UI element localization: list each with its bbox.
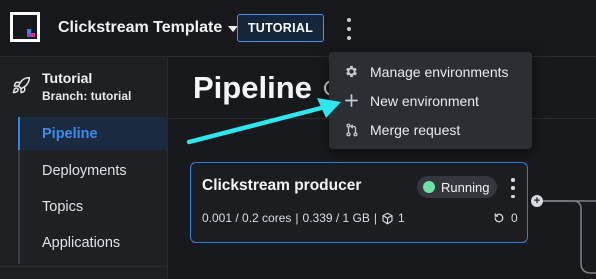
status-badge: Running: [417, 176, 497, 198]
cpu-usage: 0.001 / 0.2 cores: [202, 211, 292, 225]
project-selector[interactable]: Clickstream Template: [58, 17, 239, 39]
more-options-icon[interactable]: [342, 18, 356, 40]
page-title: Pipeline: [193, 70, 312, 105]
menu-item-merge-request[interactable]: Merge request: [329, 115, 532, 144]
memory-usage: 0.339 / 1 GB: [302, 211, 370, 225]
rocket-icon: [12, 76, 31, 94]
sidebar-item-deployments[interactable]: Deployments: [18, 154, 168, 187]
sidebar-item-applications[interactable]: Applications: [18, 226, 168, 259]
tutorial-badge[interactable]: TUTORIAL: [237, 14, 324, 42]
restart-icon: [494, 213, 504, 223]
menu-item-label: Merge request: [370, 121, 461, 138]
more-options-menu: Manage environments New environment Merg…: [329, 52, 532, 149]
environment-header[interactable]: Tutorial Branch: tutorial: [8, 68, 164, 110]
status-text: Running: [441, 179, 490, 195]
top-bar: Clickstream Template TUTORIAL: [0, 0, 596, 57]
separator: |: [373, 211, 378, 225]
restart-count: 0: [493, 211, 518, 225]
deployment-card[interactable]: Clickstream producer Running 0.001 / 0.2…: [190, 162, 528, 243]
sidebar: Tutorial Branch: tutorial Pipeline Deplo…: [0, 58, 168, 279]
replicas-icon: [382, 212, 393, 224]
sidebar-item-pipeline[interactable]: Pipeline: [18, 117, 168, 150]
sidebar-item-topics[interactable]: Topics: [18, 190, 168, 223]
deployment-name: Clickstream producer: [202, 177, 362, 194]
add-connection-icon[interactable]: +: [531, 195, 543, 207]
menu-item-new-environment[interactable]: New environment: [329, 86, 532, 115]
card-options-icon[interactable]: [509, 178, 517, 198]
menu-item-manage-environments[interactable]: Manage environments: [329, 57, 532, 86]
divider: [0, 266, 168, 267]
project-name: Clickstream Template: [58, 19, 223, 36]
status-dot-icon: [423, 181, 435, 193]
resource-stats: 0.001 / 0.2 cores | 0.339 / 1 GB | 1: [202, 211, 405, 225]
menu-item-label: Manage environments: [370, 63, 509, 80]
restart-value: 0: [511, 211, 518, 225]
pipeline-connector: [543, 200, 596, 274]
app-logo[interactable]: [10, 12, 40, 42]
plus-icon: [344, 93, 359, 108]
replica-count: 1: [398, 211, 405, 225]
merge-request-icon: [344, 122, 359, 137]
environment-name: Tutorial: [42, 70, 93, 86]
menu-item-label: New environment: [370, 92, 479, 109]
environment-branch: Branch: tutorial: [42, 89, 132, 103]
gear-icon: [344, 64, 359, 79]
separator: |: [295, 211, 299, 225]
